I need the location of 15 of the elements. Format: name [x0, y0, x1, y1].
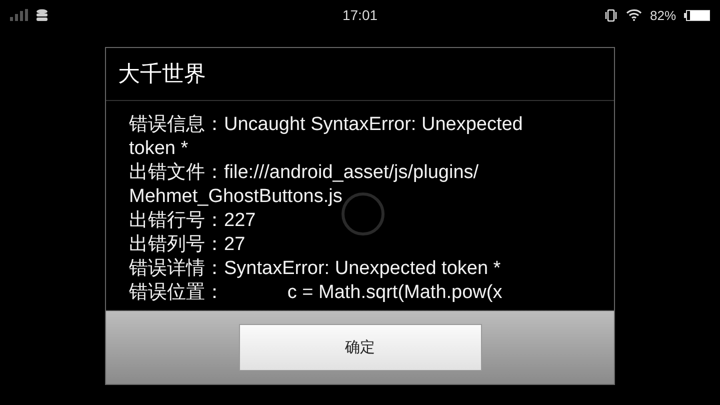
- error-detail-line: 出错文件：file:///android_asset/js/plugins/ Mehmet_GhostButtons.js: [129, 161, 480, 209]
- error-detail-line: 出错列号：27: [129, 233, 246, 257]
- signal-icon: [10, 9, 28, 21]
- vibrate-icon: [604, 8, 618, 22]
- dialog-title: 大千世界: [118, 60, 206, 88]
- error-detail-line: 错误位置： c = Math.sqrt(Math.pow(x: [129, 281, 504, 305]
- ok-button[interactable]: 确定: [238, 324, 482, 371]
- battery-percent: 82%: [650, 8, 676, 22]
- status-time: 17:01: [342, 7, 378, 23]
- wifi-icon: [626, 9, 642, 21]
- error-detail-line: 错误详情：SyntaxError: Unexpected token *: [129, 257, 502, 281]
- battery-icon: [684, 10, 710, 20]
- error-detail-line: 出错行号：227: [129, 209, 257, 233]
- error-detail-line: 错误信息：Uncaught SyntaxError: Unexpected token *: [129, 113, 524, 161]
- database-icon: [36, 8, 48, 22]
